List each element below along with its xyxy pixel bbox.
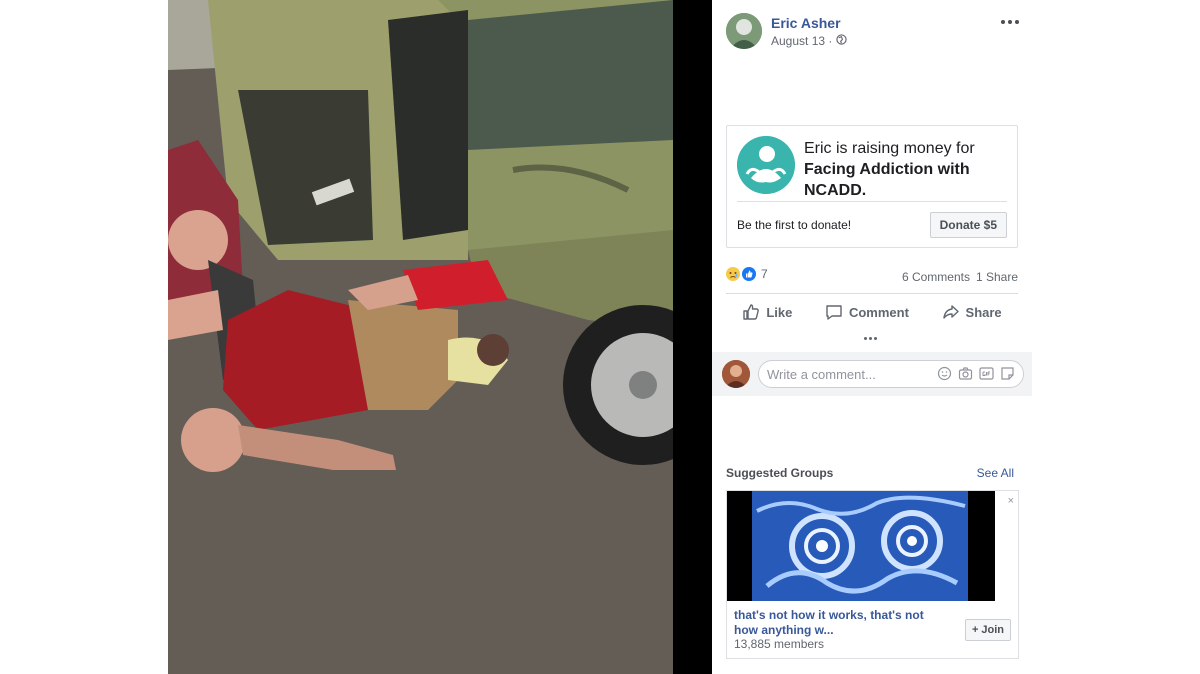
comment-icon [826, 305, 842, 320]
fundraiser-text: Eric is raising money for Facing Addicti… [804, 138, 1004, 201]
fundraiser-logo [737, 136, 795, 194]
globe-icon[interactable] [836, 34, 848, 48]
divider [737, 201, 1007, 202]
author-avatar[interactable] [726, 13, 762, 49]
join-label: Join [981, 624, 1004, 636]
avatar-image [726, 13, 762, 49]
close-icon[interactable]: × [1008, 495, 1014, 507]
post-meta: August 13 · [771, 34, 848, 48]
hands-heart-icon [737, 136, 795, 194]
reaction-summary[interactable]: 7 [726, 267, 768, 281]
emoji-icon[interactable] [937, 366, 952, 381]
more-actions-button[interactable] [864, 337, 877, 340]
post-date[interactable]: August 13 · [771, 34, 832, 48]
share-button[interactable]: Share [942, 303, 1002, 321]
suggested-groups-title: Suggested Groups [726, 466, 834, 480]
comment-box[interactable] [758, 360, 1024, 388]
comment-composer [712, 352, 1032, 396]
group-cover-image[interactable] [727, 491, 995, 601]
like-button[interactable]: Like [742, 303, 792, 321]
plus-icon: + [971, 624, 979, 636]
dot [1015, 20, 1019, 24]
comment-input[interactable] [767, 367, 927, 382]
gif-icon[interactable] [979, 366, 994, 381]
like-label: Like [766, 304, 793, 320]
thumbs-up-icon [743, 304, 760, 320]
like-reaction-icon [742, 267, 756, 281]
fundraiser-cause[interactable]: Facing Addiction with NCADD. [804, 161, 970, 199]
photo-viewer[interactable] [168, 0, 712, 674]
fundraiser-card[interactable]: Eric is raising money for Facing Addicti… [726, 125, 1018, 248]
post-options-button[interactable] [1000, 12, 1020, 32]
dot [1008, 20, 1012, 24]
suggested-group-card[interactable]: × that's not how it works, that's not ho… [726, 490, 1019, 659]
dot [869, 337, 872, 340]
post-actions: Like Comment Share [726, 296, 1018, 328]
photo-illustration [168, 0, 673, 674]
share-label: Share [965, 304, 1002, 320]
post-photo[interactable] [168, 0, 673, 674]
first-donate-text: Be the first to donate! [737, 218, 852, 232]
divider [726, 293, 1018, 294]
see-all-link[interactable]: See All [977, 466, 1014, 480]
dot [874, 337, 877, 340]
avatar-image [722, 360, 750, 388]
sticker-icon[interactable] [1000, 366, 1015, 381]
camera-icon[interactable] [958, 366, 973, 381]
group-name[interactable]: that's not how it works, that's not how … [734, 608, 949, 638]
comment-count[interactable]: 6 Comments [902, 270, 970, 284]
comment-label: Comment [848, 304, 909, 320]
share-icon [942, 305, 959, 319]
donate-button[interactable]: Donate $5 [929, 212, 1007, 238]
group-members: 13,885 members [734, 637, 825, 651]
dot [864, 337, 867, 340]
author-name[interactable]: Eric Asher [771, 15, 841, 31]
join-group-button[interactable]: + Join [964, 619, 1011, 641]
sad-reaction-icon [726, 267, 740, 281]
post-sidebar: Eric Asher August 13 · Eric is raising m… [712, 0, 1032, 674]
share-count[interactable]: 1 Share [976, 270, 1018, 284]
comment-button[interactable]: Comment [825, 303, 909, 321]
commenter-avatar [722, 360, 750, 388]
fractal-image [727, 491, 995, 601]
reaction-count: 7 [761, 267, 768, 281]
comment-tools [937, 366, 1015, 381]
fundraiser-intro: Eric is raising money for [804, 140, 975, 157]
dot [1001, 20, 1005, 24]
engagement-counts: 6 Comments 1 Share [902, 270, 1018, 284]
